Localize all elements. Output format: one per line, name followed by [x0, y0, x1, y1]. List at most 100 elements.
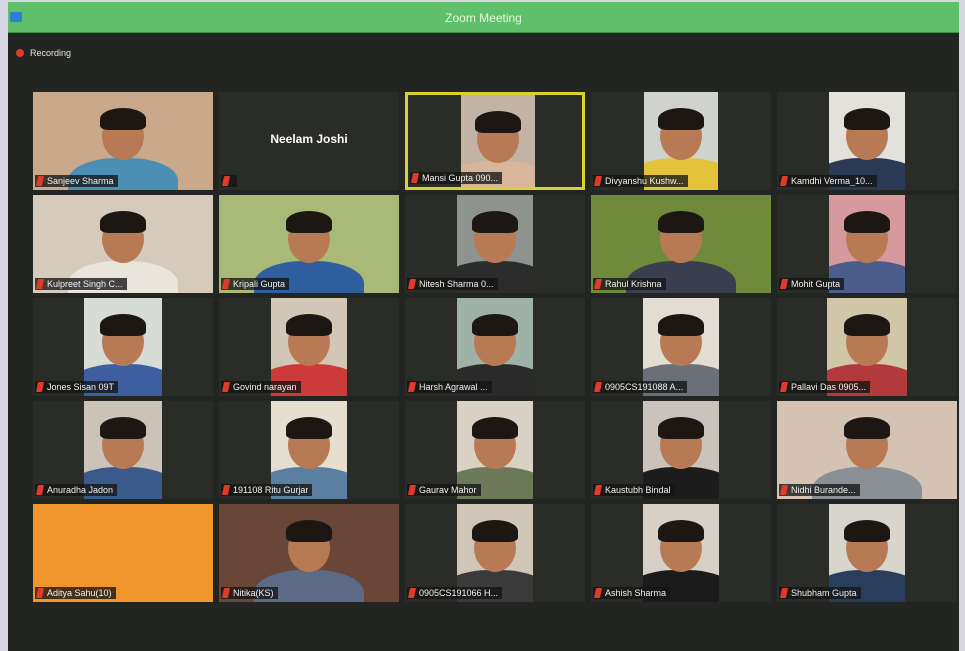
- participant-tile[interactable]: Jones Sisan 09T: [33, 298, 213, 396]
- participant-name-label: Pallavi Das 0905...: [779, 381, 871, 393]
- participant-name: Kripali Gupta: [233, 279, 286, 289]
- muted-mic-icon: [221, 279, 231, 289]
- participant-name: Jones Sisan 09T: [47, 382, 115, 392]
- participant-name-display: Neelam Joshi: [270, 132, 348, 146]
- participant-name: 191108 Ritu Gurjar: [233, 485, 309, 495]
- participant-tile[interactable]: 0905CS191066 H...: [405, 504, 585, 602]
- participant-name-label: Jones Sisan 09T: [35, 381, 119, 393]
- participant-tile[interactable]: Ashish Sharma: [591, 504, 771, 602]
- participant-tile[interactable]: Harsh Agrawal ...: [405, 298, 585, 396]
- participant-tile[interactable]: Kaustubh Bindal: [591, 401, 771, 499]
- participant-name: 0905CS191088 A...: [605, 382, 684, 392]
- participant-name: Harsh Agrawal ...: [419, 382, 488, 392]
- participant-name-label: Shubham Gupta: [779, 587, 861, 599]
- participant-name: Ashish Sharma: [605, 588, 667, 598]
- participant-name-label: Nitika(KS): [221, 587, 278, 599]
- participant-name: Nitika(KS): [233, 588, 274, 598]
- muted-mic-icon: [221, 588, 231, 598]
- muted-mic-icon: [593, 382, 603, 392]
- window-title: Zoom Meeting: [445, 11, 522, 25]
- muted-mic-icon: [221, 176, 231, 186]
- muted-mic-icon: [221, 382, 231, 392]
- muted-mic-icon: [593, 485, 603, 495]
- participant-name: Mohit Gupta: [791, 279, 841, 289]
- participant-tile[interactable]: Gaurav Mahor: [405, 401, 585, 499]
- participant-name-label: Aditya Sahu(10): [35, 587, 116, 599]
- title-bar: Zoom Meeting: [8, 2, 959, 33]
- recording-dot-icon: [16, 49, 24, 57]
- participant-name: Nidhi Burande...: [791, 485, 856, 495]
- participant-name-label: Harsh Agrawal ...: [407, 381, 492, 393]
- muted-mic-icon: [779, 485, 789, 495]
- participant-name-label: Kripali Gupta: [221, 278, 290, 290]
- participant-tile[interactable]: Nitesh Sharma 0...: [405, 195, 585, 293]
- muted-mic-icon: [410, 173, 420, 183]
- participant-tile[interactable]: 191108 Ritu Gurjar: [219, 401, 399, 499]
- participant-name: Anuradha Jadon: [47, 485, 114, 495]
- participant-name-label: Divyanshu Kushw...: [593, 175, 688, 187]
- participant-name-label: Kamdhi Verma_10...: [779, 175, 877, 187]
- muted-mic-icon: [35, 279, 45, 289]
- participant-tile[interactable]: Sanjeev Sharma: [33, 92, 213, 190]
- participant-name: Divyanshu Kushw...: [605, 176, 684, 186]
- participant-gallery: Sanjeev Sharma Neelam Joshi Mansi Gupta 09…: [33, 92, 957, 602]
- muted-mic-icon: [593, 176, 603, 186]
- participant-name-label: Gaurav Mahor: [407, 484, 481, 496]
- participant-name: Kamdhi Verma_10...: [791, 176, 873, 186]
- participant-name: Sanjeev Sharma: [47, 176, 114, 186]
- participant-tile[interactable]: Nidhi Burande...: [777, 401, 957, 499]
- muted-mic-icon: [407, 588, 417, 598]
- participant-name-label: 191108 Ritu Gurjar: [221, 484, 313, 496]
- participant-tile[interactable]: Anuradha Jadon: [33, 401, 213, 499]
- muted-mic-icon: [35, 485, 45, 495]
- participant-name: Aditya Sahu(10): [47, 588, 112, 598]
- participant-name: Gaurav Mahor: [419, 485, 477, 495]
- recording-indicator: Recording: [16, 46, 71, 60]
- participant-name: Kaustubh Bindal: [605, 485, 671, 495]
- muted-mic-icon: [35, 382, 45, 392]
- muted-mic-icon: [779, 279, 789, 289]
- muted-mic-icon: [35, 176, 45, 186]
- participant-tile[interactable]: Kamdhi Verma_10...: [777, 92, 957, 190]
- participant-tile[interactable]: Kripali Gupta: [219, 195, 399, 293]
- participant-name: Shubham Gupta: [791, 588, 857, 598]
- participant-name: 0905CS191066 H...: [419, 588, 499, 598]
- participant-name-label: Mohit Gupta: [779, 278, 845, 290]
- participant-tile[interactable]: Pallavi Das 0905...: [777, 298, 957, 396]
- participant-name-label: Govind narayan: [221, 381, 301, 393]
- muted-mic-icon: [779, 588, 789, 598]
- participant-tile[interactable]: Rahul Krishna: [591, 195, 771, 293]
- participant-name-label: 0905CS191088 A...: [593, 381, 688, 393]
- participant-tile[interactable]: Divyanshu Kushw...: [591, 92, 771, 190]
- participant-tile[interactable]: Mansi Gupta 090...: [405, 92, 585, 190]
- muted-mic-icon: [779, 382, 789, 392]
- participant-name-label: Ashish Sharma: [593, 587, 671, 599]
- participant-tile[interactable]: Aditya Sahu(10): [33, 504, 213, 602]
- participant-name-label: Kulpreet Singh C...: [35, 278, 127, 290]
- muted-mic-icon: [779, 176, 789, 186]
- participant-name: Govind narayan: [233, 382, 297, 392]
- participant-name: Nitesh Sharma 0...: [419, 279, 494, 289]
- participant-name-label: 0905CS191066 H...: [407, 587, 503, 599]
- participant-name: Pallavi Das 0905...: [791, 382, 867, 392]
- zoom-window: Zoom Meeting Recording Sanjeev Sharma Nee…: [2, 2, 959, 651]
- muted-mic-icon: [407, 485, 417, 495]
- participant-name: Kulpreet Singh C...: [47, 279, 123, 289]
- participant-name-label: Nidhi Burande...: [779, 484, 860, 496]
- muted-mic-icon: [221, 485, 231, 495]
- participant-name-label: [221, 175, 237, 187]
- recording-label: Recording: [30, 48, 72, 58]
- muted-mic-icon: [35, 588, 45, 598]
- muted-mic-icon: [593, 279, 603, 289]
- participant-tile[interactable]: Govind narayan: [219, 298, 399, 396]
- participant-tile[interactable]: Neelam Joshi: [219, 92, 399, 190]
- participant-name-label: Mansi Gupta 090...: [410, 172, 503, 184]
- participant-tile[interactable]: Mohit Gupta: [777, 195, 957, 293]
- participant-name-label: Rahul Krishna: [593, 278, 666, 290]
- participant-tile[interactable]: Shubham Gupta: [777, 504, 957, 602]
- participant-name-label: Anuradha Jadon: [35, 484, 118, 496]
- participant-tile[interactable]: 0905CS191088 A...: [591, 298, 771, 396]
- participant-tile[interactable]: Nitika(KS): [219, 504, 399, 602]
- participant-tile[interactable]: Kulpreet Singh C...: [33, 195, 213, 293]
- participant-name: Mansi Gupta 090...: [422, 173, 499, 183]
